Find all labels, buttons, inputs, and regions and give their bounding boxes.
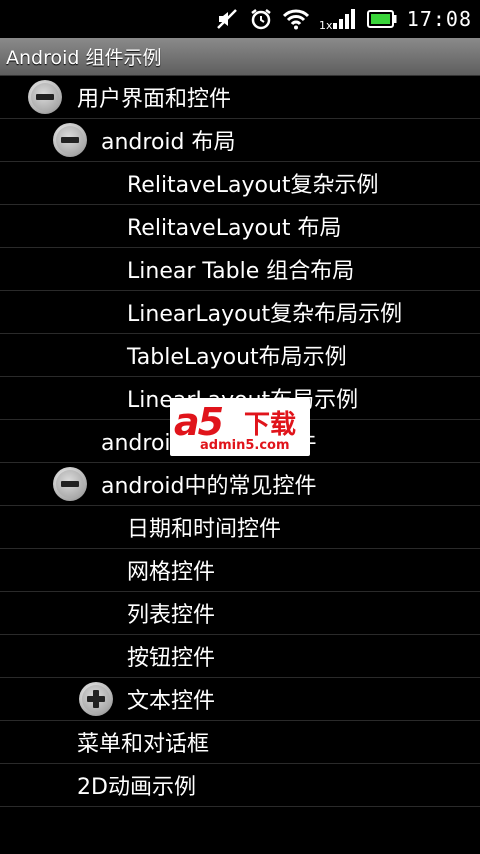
tree-item-label: 日期和时间控件 [127,517,282,542]
tree-item-label: android 布局 [101,130,236,155]
watermark-url: admin5.com [200,438,290,453]
collapse-icon[interactable] [53,123,87,157]
tree-item-label: LinearLayout复杂布局示例 [127,302,403,327]
wifi-icon [282,7,309,31]
svg-text:1x: 1x [319,19,333,31]
tree-item-relativelayout-complex[interactable]: RelitaveLayout复杂示例 [0,162,480,205]
tree-item-2d-animation[interactable]: 2D动画示例 [0,764,480,807]
tree-item-ui-controls[interactable]: 用户界面和控件 [0,76,480,119]
app-title: Android 组件示例 [6,47,162,69]
tree-item-android-layout[interactable]: android 布局 [0,119,480,162]
watermark-logo: a5 下载 admin5.com [170,398,310,456]
tree-item-list[interactable]: 列表控件 [0,592,480,635]
signal-icon: 1x [319,7,357,31]
tree-item-label: 文本控件 [127,689,216,714]
tree-item-linear-table[interactable]: Linear Table 组合布局 [0,248,480,291]
collapse-icon[interactable] [28,80,62,114]
tree-item-menu-dialog[interactable]: 菜单和对话框 [0,721,480,764]
tree-item-datetime[interactable]: 日期和时间控件 [0,506,480,549]
tree-item-label: RelitaveLayout复杂示例 [127,173,379,198]
mute-icon [215,7,239,31]
tree-item-relativelayout[interactable]: RelitaveLayout 布局 [0,205,480,248]
status-bar: 1x 17:08 [0,0,480,38]
tree-item-button[interactable]: 按钮控件 [0,635,480,678]
tree-item-common-controls[interactable]: android中的常见控件 [0,463,480,506]
alarm-icon [249,7,273,31]
tree-item-label: RelitaveLayout 布局 [127,216,342,241]
title-bar: Android 组件示例 [0,38,480,76]
status-time: 17:08 [406,7,472,31]
tree-item-label: android中的常见控件 [101,474,317,499]
tree-item-label: 用户界面和控件 [77,87,232,112]
expand-icon[interactable] [79,682,113,716]
tree-item-tablelayout[interactable]: TableLayout布局示例 [0,334,480,377]
battery-icon [366,7,397,31]
watermark-text: 下载 [244,410,297,440]
tree-item-label: 菜单和对话框 [77,732,210,757]
tree-item-label: 列表控件 [127,603,216,628]
tree-item-linearlayout-complex[interactable]: LinearLayout复杂布局示例 [0,291,480,334]
tree-item-label: 2D动画示例 [77,775,196,800]
tree-item-grid[interactable]: 网格控件 [0,549,480,592]
tree-item-label: TableLayout布局示例 [127,345,347,370]
tree-item-label: 按钮控件 [127,646,216,671]
tree-item-label: 网格控件 [127,560,216,585]
tree-item-text[interactable]: 文本控件 [0,678,480,721]
collapse-icon[interactable] [53,467,87,501]
tree-item-label: Linear Table 组合布局 [127,259,355,284]
